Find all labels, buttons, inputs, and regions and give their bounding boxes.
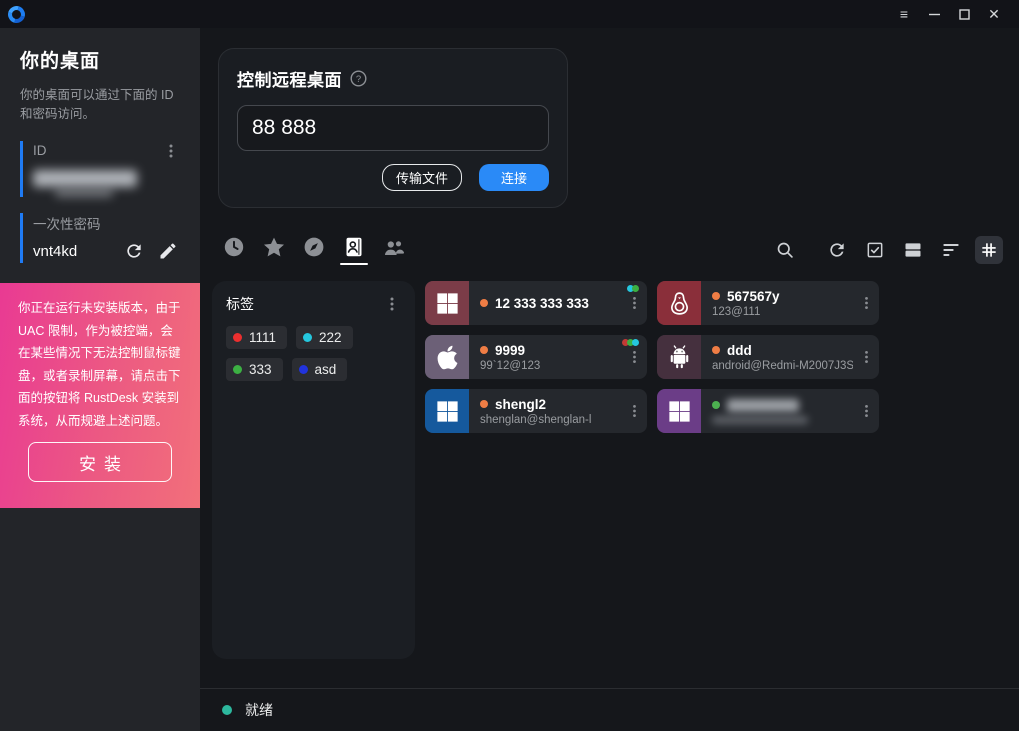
tab-favorites[interactable] xyxy=(262,235,286,265)
install-button[interactable]: 安装 xyxy=(28,442,172,482)
peer-menu-button[interactable] xyxy=(621,389,647,433)
status-dot xyxy=(712,292,720,300)
apple-os-icon xyxy=(425,335,469,379)
status-dot xyxy=(480,400,488,408)
redacted-peer-subtitle xyxy=(712,416,808,424)
linux-os-icon xyxy=(657,281,701,325)
minimize-button[interactable] xyxy=(919,0,949,28)
search-icon[interactable] xyxy=(771,236,799,264)
install-warning-banner: 你正在运行未安装版本，由于 UAC 限制，作为被控端，会在某些情况下无法控制鼠标… xyxy=(0,283,200,508)
remote-id-input[interactable] xyxy=(237,105,549,151)
connection-status-dot xyxy=(222,705,232,715)
tab-group[interactable] xyxy=(382,235,406,265)
peer-card[interactable] xyxy=(657,389,879,433)
refresh-icon[interactable] xyxy=(823,236,851,264)
peer-card[interactable]: 567567y 123@111 xyxy=(657,281,879,325)
tags-panel: 标签 1111 222 333 asd xyxy=(212,281,415,659)
control-remote-card: 控制远程桌面 ? 传输文件 连接 xyxy=(218,48,568,208)
hamburger-menu-icon[interactable]: ≡ xyxy=(889,0,919,28)
statusbar: 就绪 xyxy=(200,688,1019,731)
peer-content: 标签 1111 222 333 asd xyxy=(200,269,1019,688)
id-field: ID xyxy=(20,141,180,197)
peer-toolbar xyxy=(200,231,1019,269)
peer-name: 9999 xyxy=(495,343,525,358)
password-label: 一次性密码 xyxy=(33,213,101,233)
sidebar-description: 你的桌面可以通过下面的 ID 和密码访问。 xyxy=(20,86,180,125)
peer-name: ddd xyxy=(727,343,752,358)
id-label: ID xyxy=(33,143,47,158)
redacted-id-value xyxy=(33,170,137,187)
tab-address-book[interactable] xyxy=(342,235,366,265)
status-dot xyxy=(712,401,720,409)
peer-menu-button[interactable] xyxy=(853,281,879,325)
tags-menu-button[interactable] xyxy=(383,294,401,314)
peer-tag-dots xyxy=(624,339,639,346)
close-button[interactable]: ✕ xyxy=(979,0,1009,28)
status-text: 就绪 xyxy=(245,700,273,720)
peer-card[interactable]: ddd android@Redmi-M2007J3SC xyxy=(657,335,879,379)
peer-card[interactable]: shengl2 shenglan@shenglan-l xyxy=(425,389,647,433)
status-dot xyxy=(480,346,488,354)
edit-password-icon[interactable] xyxy=(158,241,180,263)
svg-text:?: ? xyxy=(356,74,361,85)
status-dot xyxy=(480,299,488,307)
transfer-file-button[interactable]: 传输文件 xyxy=(382,164,462,191)
redacted-id-value-tail xyxy=(55,189,113,197)
redacted-peer-name xyxy=(727,399,799,412)
select-checkbox-icon[interactable] xyxy=(861,236,889,264)
password-value: vnt4kd xyxy=(33,243,112,260)
help-icon[interactable]: ? xyxy=(350,70,367,87)
peer-subtitle: 123@111 xyxy=(712,306,853,318)
tag-color-dot xyxy=(299,365,308,374)
main-area: 控制远程桌面 ? 传输文件 连接 xyxy=(200,28,1019,731)
connect-button[interactable]: 连接 xyxy=(479,164,549,191)
windows-os-icon xyxy=(425,389,469,433)
rustdesk-logo-icon xyxy=(5,2,28,25)
peer-name: 12 333 333 333 xyxy=(495,296,589,311)
peer-grid: 12 333 333 333 567567y xyxy=(425,281,1007,688)
tab-recent-sessions[interactable] xyxy=(222,235,246,265)
peer-name: shengl2 xyxy=(495,397,546,412)
regenerate-password-icon[interactable] xyxy=(124,241,146,263)
list-view-icon[interactable] xyxy=(937,236,965,264)
sidebar: 你的桌面 你的桌面可以通过下面的 ID 和密码访问。 ID 一次性密码 xyxy=(0,28,200,731)
app-window: ≡ ✕ 你的桌面 你的桌面可以通过下面的 ID 和密码访问。 ID xyxy=(0,0,1019,731)
tags-header: 标签 xyxy=(226,294,383,314)
peer-menu-button[interactable] xyxy=(853,389,879,433)
tag-pill[interactable]: 333 xyxy=(226,358,283,381)
titlebar: ≡ ✕ xyxy=(0,0,1019,28)
windows-os-icon xyxy=(425,281,469,325)
status-dot xyxy=(712,346,720,354)
sidebar-title: 你的桌面 xyxy=(20,46,180,73)
peer-subtitle: shenglan@shenglan-l xyxy=(480,414,621,426)
warning-text: 你正在运行未安装版本，由于 UAC 限制，作为被控端，会在某些情况下无法控制鼠标… xyxy=(18,297,182,432)
peer-menu-button[interactable] xyxy=(853,335,879,379)
tag-pill[interactable]: asd xyxy=(292,358,348,381)
tile-view-icon[interactable] xyxy=(899,236,927,264)
grid-view-icon[interactable] xyxy=(975,236,1003,264)
android-os-icon xyxy=(657,335,701,379)
maximize-button[interactable] xyxy=(949,0,979,28)
tag-color-dot xyxy=(233,365,242,374)
peer-card[interactable]: 9999 99`12@123 xyxy=(425,335,647,379)
peer-subtitle: 99`12@123 xyxy=(480,360,621,372)
password-field: 一次性密码 vnt4kd xyxy=(20,213,180,263)
tag-pill[interactable]: 222 xyxy=(296,326,353,349)
windows-os-icon xyxy=(657,389,701,433)
tag-pill[interactable]: 1111 xyxy=(226,326,287,349)
peer-card[interactable]: 12 333 333 333 xyxy=(425,281,647,325)
tab-discovered[interactable] xyxy=(302,235,326,265)
id-menu-button[interactable] xyxy=(162,141,180,161)
tag-color-dot xyxy=(303,333,312,342)
tag-color-dot xyxy=(233,333,242,342)
peer-subtitle: android@Redmi-M2007J3SC xyxy=(712,360,853,372)
control-remote-title: 控制远程桌面 xyxy=(237,66,342,91)
peer-name: 567567y xyxy=(727,289,780,304)
peer-tag-dots xyxy=(629,285,639,292)
